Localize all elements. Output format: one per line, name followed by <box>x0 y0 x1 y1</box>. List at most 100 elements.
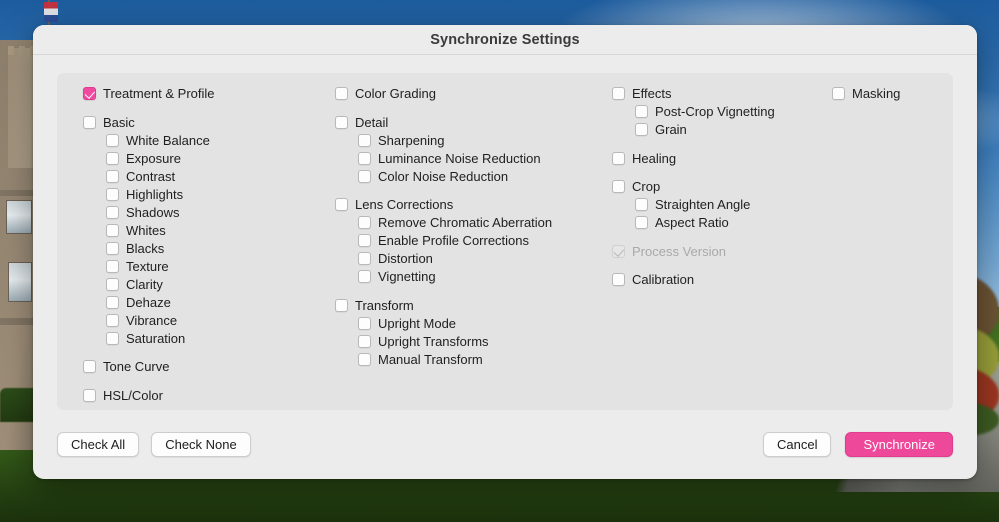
checkbox-label: Calibration <box>632 272 695 288</box>
checkbox-row-detail[interactable]: Detail <box>335 114 612 132</box>
checkbox-texture-icon[interactable] <box>106 259 119 273</box>
checkbox-row-color-noise-reduction[interactable]: Color Noise Reduction <box>335 168 612 186</box>
checkbox-row-color-grading[interactable]: Color Grading <box>335 85 612 103</box>
checkbox-label: Tone Curve <box>103 359 170 375</box>
checkbox-row-healing[interactable]: Healing <box>612 150 832 168</box>
checkbox-basic-icon[interactable] <box>83 115 96 129</box>
checkbox-contrast-icon[interactable] <box>106 169 119 183</box>
checkbox-grain-icon[interactable] <box>635 123 648 137</box>
checkbox-row-sharpening[interactable]: Sharpening <box>335 132 612 150</box>
checkbox-luminance-noise-reduction-icon[interactable] <box>358 151 371 165</box>
checkbox-color-noise-reduction-icon[interactable] <box>358 169 371 183</box>
checkbox-healing-icon[interactable] <box>612 151 625 165</box>
checkbox-row-upright-transforms[interactable]: Upright Transforms <box>335 333 612 351</box>
checkbox-whites-icon[interactable] <box>106 223 119 237</box>
checkbox-effects-icon[interactable] <box>612 87 625 101</box>
checkbox-remove-chromatic-aberration-icon[interactable] <box>358 216 371 230</box>
checkbox-highlights-icon[interactable] <box>106 187 119 201</box>
checkbox-clarity-icon[interactable] <box>106 277 119 291</box>
checkbox-row-masking[interactable]: Masking <box>832 85 952 103</box>
synchronize-button[interactable]: Synchronize <box>845 432 953 457</box>
settings-column-2: Color Grading Detail Sharpening Luminance N… <box>335 85 612 410</box>
checkbox-hsl-color-icon[interactable] <box>83 388 96 402</box>
checkbox-calibration-icon[interactable] <box>612 273 625 287</box>
checkbox-label: Exposure <box>126 150 181 166</box>
checkbox-label: Whites <box>126 222 166 238</box>
checkbox-row-white-balance[interactable]: White Balance <box>83 132 335 150</box>
checkbox-enable-profile-corrections-icon[interactable] <box>358 234 371 248</box>
checkbox-row-clarity[interactable]: Clarity <box>83 276 335 294</box>
check-all-button[interactable]: Check All <box>57 432 140 457</box>
checkbox-label: Color Grading <box>355 86 436 102</box>
checkbox-row-texture[interactable]: Texture <box>83 258 335 276</box>
checkbox-crop-icon[interactable] <box>612 180 625 194</box>
checkbox-row-shadows[interactable]: Shadows <box>83 204 335 222</box>
checkbox-manual-transform-icon[interactable] <box>358 352 371 366</box>
checkbox-row-upright-mode[interactable]: Upright Mode <box>335 315 612 333</box>
castle-window <box>8 262 32 302</box>
checkbox-row-aspect-ratio[interactable]: Aspect Ratio <box>612 214 832 232</box>
checkbox-row-remove-chromatic-aberration[interactable]: Remove Chromatic Aberration <box>335 214 612 232</box>
checkbox-blacks-icon[interactable] <box>106 241 119 255</box>
checkbox-label: Dehaze <box>126 294 171 310</box>
checkbox-saturation-icon[interactable] <box>106 331 119 345</box>
checkbox-row-tone-curve[interactable]: Tone Curve <box>83 358 335 376</box>
checkbox-row-saturation[interactable]: Saturation <box>83 330 335 348</box>
checkbox-vibrance-icon[interactable] <box>106 313 119 327</box>
checkbox-row-whites[interactable]: Whites <box>83 222 335 240</box>
checkbox-upright-transforms-icon[interactable] <box>358 334 371 348</box>
checkbox-label: Treatment & Profile <box>103 86 215 102</box>
checkbox-post-crop-vignetting-icon[interactable] <box>635 105 648 119</box>
checkbox-row-calibration[interactable]: Calibration <box>612 271 832 289</box>
checkbox-color-grading-icon[interactable] <box>335 87 348 101</box>
checkbox-row-effects[interactable]: Effects <box>612 85 832 103</box>
checkbox-row-vignetting[interactable]: Vignetting <box>335 268 612 286</box>
checkbox-row-distortion[interactable]: Distortion <box>335 250 612 268</box>
checkbox-row-manual-transform[interactable]: Manual Transform <box>335 351 612 369</box>
checkbox-row-hsl-color[interactable]: HSL/Color <box>83 387 335 405</box>
checkbox-label: Saturation <box>126 330 186 346</box>
checkbox-row-process-version[interactable]: Process Version <box>612 243 832 261</box>
checkbox-tone-curve-icon[interactable] <box>83 360 96 374</box>
checkbox-white-balance-icon[interactable] <box>106 133 119 147</box>
checkbox-treatment-and-profile-icon[interactable] <box>83 87 96 101</box>
checkbox-vignetting-icon[interactable] <box>358 270 371 284</box>
checkbox-shadows-icon[interactable] <box>106 205 119 219</box>
checkbox-detail-icon[interactable] <box>335 115 348 129</box>
checkbox-row-lens-corrections[interactable]: Lens Corrections <box>335 196 612 214</box>
checkbox-sharpening-icon[interactable] <box>358 133 371 147</box>
checkbox-row-dehaze[interactable]: Dehaze <box>83 294 335 312</box>
checkbox-upright-mode-icon[interactable] <box>358 316 371 330</box>
checkbox-aspect-ratio-icon[interactable] <box>635 216 648 230</box>
checkbox-row-straighten-angle[interactable]: Straighten Angle <box>612 196 832 214</box>
checkbox-row-luminance-noise-reduction[interactable]: Luminance Noise Reduction <box>335 150 612 168</box>
checkbox-straighten-angle-icon[interactable] <box>635 198 648 212</box>
checkbox-distortion-icon[interactable] <box>358 252 371 266</box>
checkbox-row-crop[interactable]: Crop <box>612 178 832 196</box>
check-none-button[interactable]: Check None <box>151 432 251 457</box>
checkbox-row-post-crop-vignetting[interactable]: Post-Crop Vignetting <box>612 103 832 121</box>
checkbox-row-contrast[interactable]: Contrast <box>83 168 335 186</box>
checkbox-process-version-icon <box>612 244 625 258</box>
checkbox-row-vibrance[interactable]: Vibrance <box>83 312 335 330</box>
checkbox-label: Effects <box>632 86 672 102</box>
checkbox-lens-corrections-icon[interactable] <box>335 198 348 212</box>
checkbox-row-transform[interactable]: Transform <box>335 297 612 315</box>
checkbox-row-highlights[interactable]: Highlights <box>83 186 335 204</box>
checkbox-dehaze-icon[interactable] <box>106 295 119 309</box>
checkbox-row-exposure[interactable]: Exposure <box>83 150 335 168</box>
checkbox-masking-icon[interactable] <box>832 87 845 101</box>
checkbox-row-grain[interactable]: Grain <box>612 121 832 139</box>
dialog-footer: Check All Check None Cancel Synchronize <box>33 410 977 479</box>
checkbox-row-blacks[interactable]: Blacks <box>83 240 335 258</box>
checkbox-exposure-icon[interactable] <box>106 151 119 165</box>
checkbox-transform-icon[interactable] <box>335 298 348 312</box>
castle-window <box>6 200 32 234</box>
checkbox-row-enable-profile-corrections[interactable]: Enable Profile Corrections <box>335 232 612 250</box>
cancel-button[interactable]: Cancel <box>762 432 832 457</box>
checkbox-label: Process Version <box>632 243 726 259</box>
checkbox-label: Distortion <box>378 251 433 267</box>
checkbox-row-basic[interactable]: Basic <box>83 114 335 132</box>
checkbox-label: Upright Transforms <box>378 333 489 349</box>
checkbox-row-treatment-and-profile[interactable]: Treatment & Profile <box>83 85 335 103</box>
